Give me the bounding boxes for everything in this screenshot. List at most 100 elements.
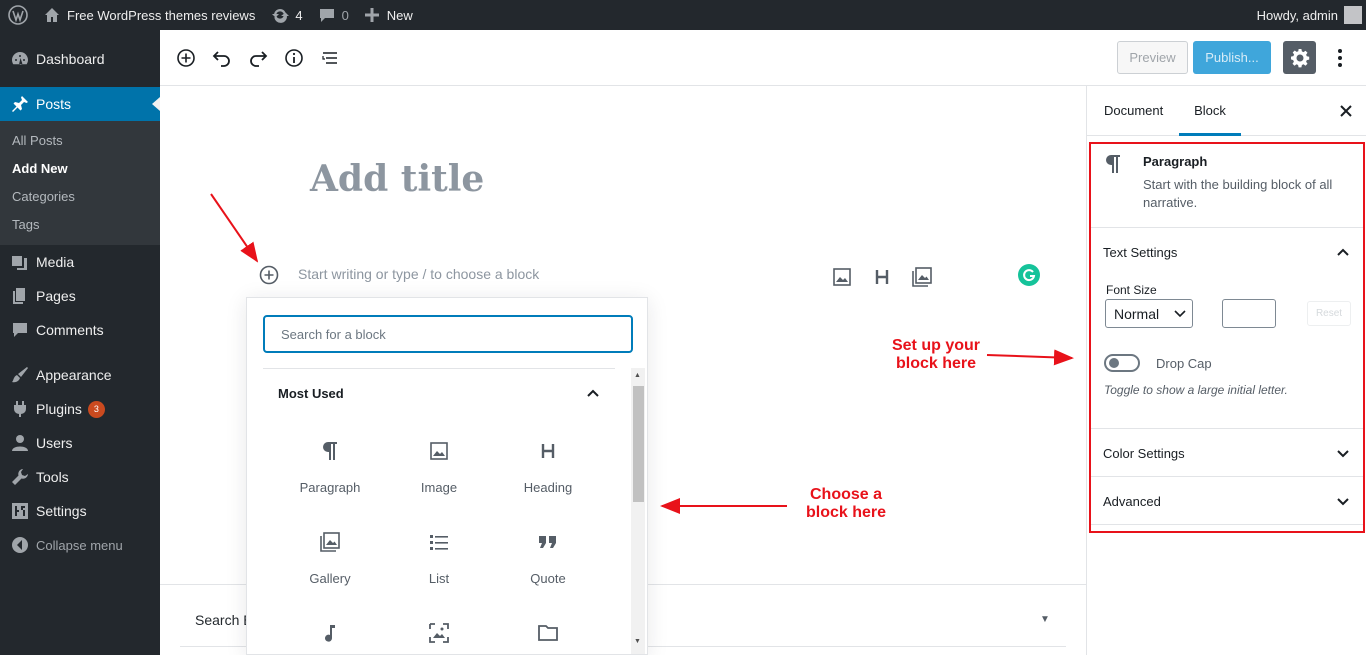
block-item-image[interactable]: Image xyxy=(389,436,489,495)
settings-sliders-icon xyxy=(12,503,28,519)
plugin-icon xyxy=(14,401,26,417)
menu-item-pages[interactable]: Pages xyxy=(0,279,160,313)
reset-font-size-button[interactable]: Reset xyxy=(1307,301,1351,326)
menu-label-settings: Settings xyxy=(36,503,87,519)
advanced-panel-title[interactable]: Advanced xyxy=(1103,494,1161,509)
grammarly-button[interactable] xyxy=(1018,264,1040,286)
inline-inserter-button[interactable] xyxy=(258,264,280,286)
more-options-button[interactable] xyxy=(1330,46,1350,70)
plus-circle-icon xyxy=(177,49,195,67)
menu-label-plugins: Plugins xyxy=(36,401,82,417)
block-item-heading[interactable]: Heading xyxy=(498,436,598,495)
callout-line: block here xyxy=(895,355,977,372)
menu-item-posts[interactable]: Posts xyxy=(0,87,160,121)
color-settings-toggle[interactable] xyxy=(1334,444,1352,462)
redo-icon xyxy=(250,51,268,67)
meta-box-caret-icon[interactable]: ▼ xyxy=(1040,614,1050,625)
admin-menu: Dashboard Posts All Posts Add New Catego… xyxy=(0,30,160,655)
inserter-scrollbar-thumb[interactable] xyxy=(633,386,644,502)
advanced-toggle[interactable] xyxy=(1334,492,1352,510)
image-icon xyxy=(430,442,448,460)
collapse-menu-button[interactable]: Collapse menu xyxy=(0,528,160,562)
panel-toggle-button[interactable] xyxy=(584,384,602,402)
submenu-item-add-new[interactable]: Add New xyxy=(0,155,160,183)
block-item-cover[interactable] xyxy=(389,618,489,655)
media-icon xyxy=(12,256,27,270)
block-label: Heading xyxy=(523,480,573,495)
insert-gallery-button[interactable] xyxy=(911,266,933,288)
block-card-description: Start with the building block of all nar… xyxy=(1143,177,1333,210)
site-name-link[interactable]: Free WordPress themes reviews xyxy=(36,0,263,30)
close-icon xyxy=(1340,105,1352,117)
block-label: Gallery xyxy=(309,571,351,586)
insert-image-button[interactable] xyxy=(831,266,853,288)
custom-font-size-input[interactable] xyxy=(1222,299,1276,328)
preview-button[interactable]: Preview xyxy=(1117,41,1188,74)
text-settings-panel-title[interactable]: Text Settings xyxy=(1103,245,1177,260)
close-sidebar-button[interactable] xyxy=(1339,104,1353,118)
block-item-quote[interactable]: Quote xyxy=(498,527,598,586)
avatar xyxy=(1344,6,1362,24)
plus-icon xyxy=(364,8,379,22)
color-settings-panel-title[interactable]: Color Settings xyxy=(1103,446,1185,461)
font-size-value: Normal xyxy=(1114,305,1160,322)
image-icon xyxy=(833,268,851,286)
block-item-file[interactable] xyxy=(498,618,598,655)
block-navigation-button[interactable] xyxy=(318,46,342,70)
paragraph-block-placeholder[interactable]: Start writing or type / to choose a bloc… xyxy=(298,266,539,282)
undo-button[interactable] xyxy=(210,46,234,70)
submenu-item-all-posts[interactable]: All Posts xyxy=(0,127,160,155)
scroll-down-arrow-icon[interactable]: ▼ xyxy=(634,638,641,645)
settings-toggle-button[interactable] xyxy=(1283,41,1316,74)
tab-block[interactable]: Block xyxy=(1179,86,1241,136)
menu-item-plugins[interactable]: Plugins 3 xyxy=(0,392,160,426)
block-item-audio[interactable] xyxy=(280,618,380,655)
my-account-link[interactable]: Howdy, admin xyxy=(1249,0,1366,30)
block-item-gallery[interactable]: Gallery xyxy=(280,527,380,586)
updates-link[interactable]: 4 xyxy=(263,0,310,30)
posts-submenu: All Posts Add New Categories Tags xyxy=(0,121,160,245)
comments-link[interactable]: 0 xyxy=(311,0,357,30)
meta-box-title[interactable]: Search E xyxy=(195,612,253,628)
block-label: Image xyxy=(420,480,458,495)
chevron-up-icon xyxy=(1337,248,1349,256)
menu-item-appearance[interactable]: Appearance xyxy=(0,358,160,392)
redo-button[interactable] xyxy=(246,46,270,70)
block-label: Quote xyxy=(530,571,566,586)
chevron-down-icon xyxy=(1174,310,1186,318)
menu-item-tools[interactable]: Tools xyxy=(0,460,160,494)
tab-document[interactable]: Document xyxy=(1104,86,1163,136)
scroll-up-arrow-icon[interactable]: ▲ xyxy=(634,372,641,379)
menu-item-users[interactable]: Users xyxy=(0,426,160,460)
audio-icon xyxy=(325,625,335,642)
menu-label-collapse: Collapse menu xyxy=(36,537,123,553)
block-item-paragraph[interactable]: Paragraph xyxy=(280,436,380,495)
list-outline-icon xyxy=(322,52,337,64)
folder-icon xyxy=(538,625,558,641)
block-search-input[interactable]: Search for a block xyxy=(263,315,633,353)
new-content-link[interactable]: New xyxy=(357,0,421,30)
paintbrush-icon xyxy=(12,367,28,383)
chevron-down-icon xyxy=(1337,450,1349,458)
menu-item-dashboard[interactable]: Dashboard xyxy=(0,42,160,76)
submenu-item-categories[interactable]: Categories xyxy=(0,183,160,211)
add-block-button[interactable] xyxy=(174,46,198,70)
block-item-list[interactable]: List xyxy=(389,527,489,586)
content-info-button[interactable] xyxy=(282,46,306,70)
font-size-select[interactable]: Normal xyxy=(1105,299,1193,328)
wordpress-logo-button[interactable] xyxy=(0,0,36,30)
chevron-up-icon xyxy=(587,389,599,397)
insert-heading-button[interactable] xyxy=(871,266,893,288)
publish-button[interactable]: Publish... xyxy=(1193,41,1271,74)
comment-bubble-icon xyxy=(319,9,334,22)
menu-item-settings[interactable]: Settings xyxy=(0,494,160,528)
new-label: New xyxy=(386,7,413,23)
submenu-item-tags[interactable]: Tags xyxy=(0,211,160,239)
panel-divider xyxy=(1089,476,1365,477)
most-used-panel-title[interactable]: Most Used xyxy=(278,386,344,401)
post-title-input[interactable]: Add title xyxy=(310,158,484,200)
drop-cap-toggle[interactable] xyxy=(1104,354,1140,372)
menu-item-media[interactable]: Media xyxy=(0,245,160,279)
text-settings-toggle[interactable] xyxy=(1334,243,1352,261)
menu-item-comments[interactable]: Comments xyxy=(0,313,160,347)
